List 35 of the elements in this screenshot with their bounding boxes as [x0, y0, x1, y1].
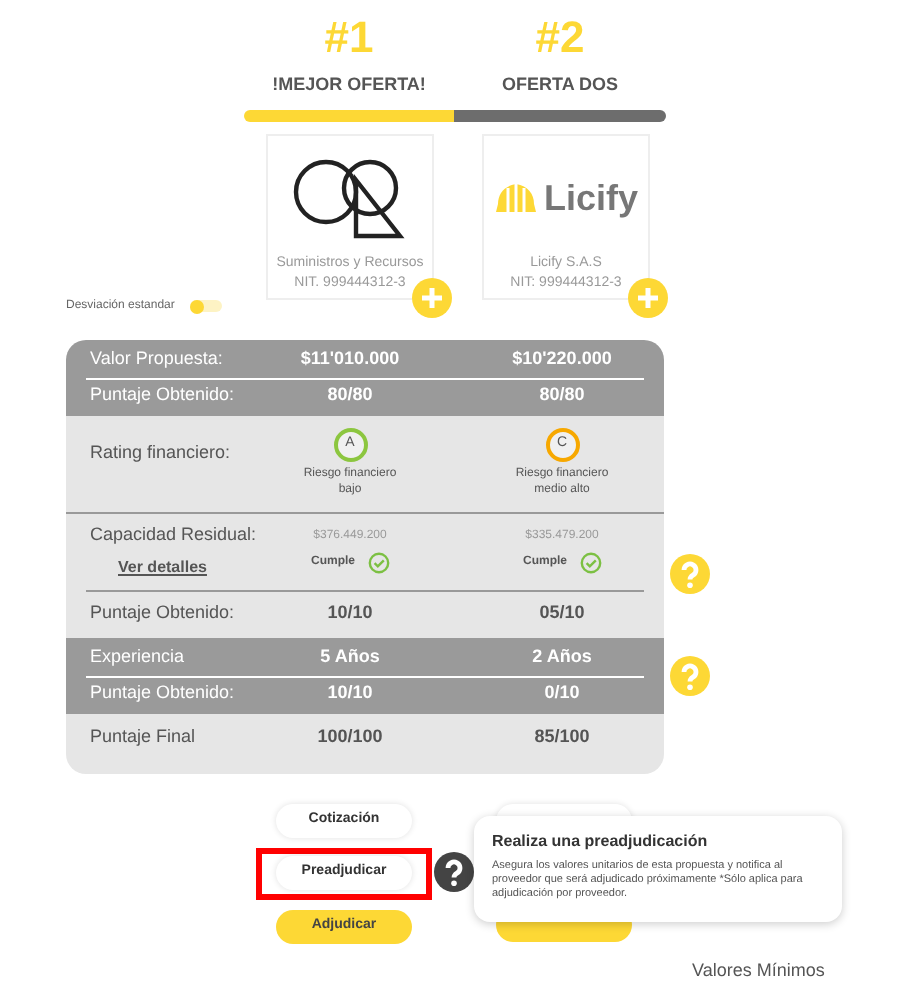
logo-text: Licify	[543, 179, 638, 215]
score-value: 100/100	[315, 723, 385, 750]
score-value: 0/10	[542, 679, 582, 706]
row-label: Puntaje Obtenido:	[88, 600, 237, 627]
offer-tab[interactable]: #1 !MEJOR OFERTA!	[244, 10, 454, 121]
score-value: 05/10	[537, 600, 587, 627]
score-value: 85/100	[532, 723, 592, 750]
rank-number: #2	[535, 10, 585, 66]
score-value: 80/80	[325, 381, 375, 408]
offer-label: !MEJOR OFERTA!	[272, 72, 426, 98]
footer-link[interactable]: Valores Mínimos	[692, 957, 825, 984]
score-value: 10/10	[325, 600, 375, 627]
score-value: $10'220.000	[510, 346, 614, 373]
offer-label: OFERTA DOS	[502, 72, 618, 98]
check-icon	[367, 552, 389, 574]
score-value: 10/10	[325, 679, 375, 706]
help-icon[interactable]	[434, 851, 474, 891]
row-label: Capacidad Residual:	[88, 521, 259, 548]
score-value: $11'010.000	[298, 346, 402, 373]
details-link[interactable]: Ver detalles	[86, 556, 260, 581]
tooltip-title: Realiza una preadjudicación	[492, 829, 710, 853]
row-label: Rating financiero:	[88, 439, 233, 466]
row-label: Valor Propuesta:	[88, 346, 225, 373]
score-value: 5 Años	[318, 644, 382, 671]
rank-number: #1	[324, 10, 374, 66]
offer-tab[interactable]: #2 OFERTA DOS	[454, 10, 666, 121]
score-value: 2 Años	[530, 644, 594, 671]
row-label: Puntaje Obtenido:	[88, 381, 237, 408]
toggle-switch[interactable]	[190, 300, 223, 312]
row-label: Puntaje Obtenido:	[88, 679, 237, 706]
row-label: Experiencia	[88, 644, 187, 671]
score-value: 80/80	[537, 381, 587, 408]
row-label: Puntaje Final	[88, 723, 198, 750]
helmet-icon	[493, 181, 538, 213]
check-icon	[579, 552, 601, 574]
